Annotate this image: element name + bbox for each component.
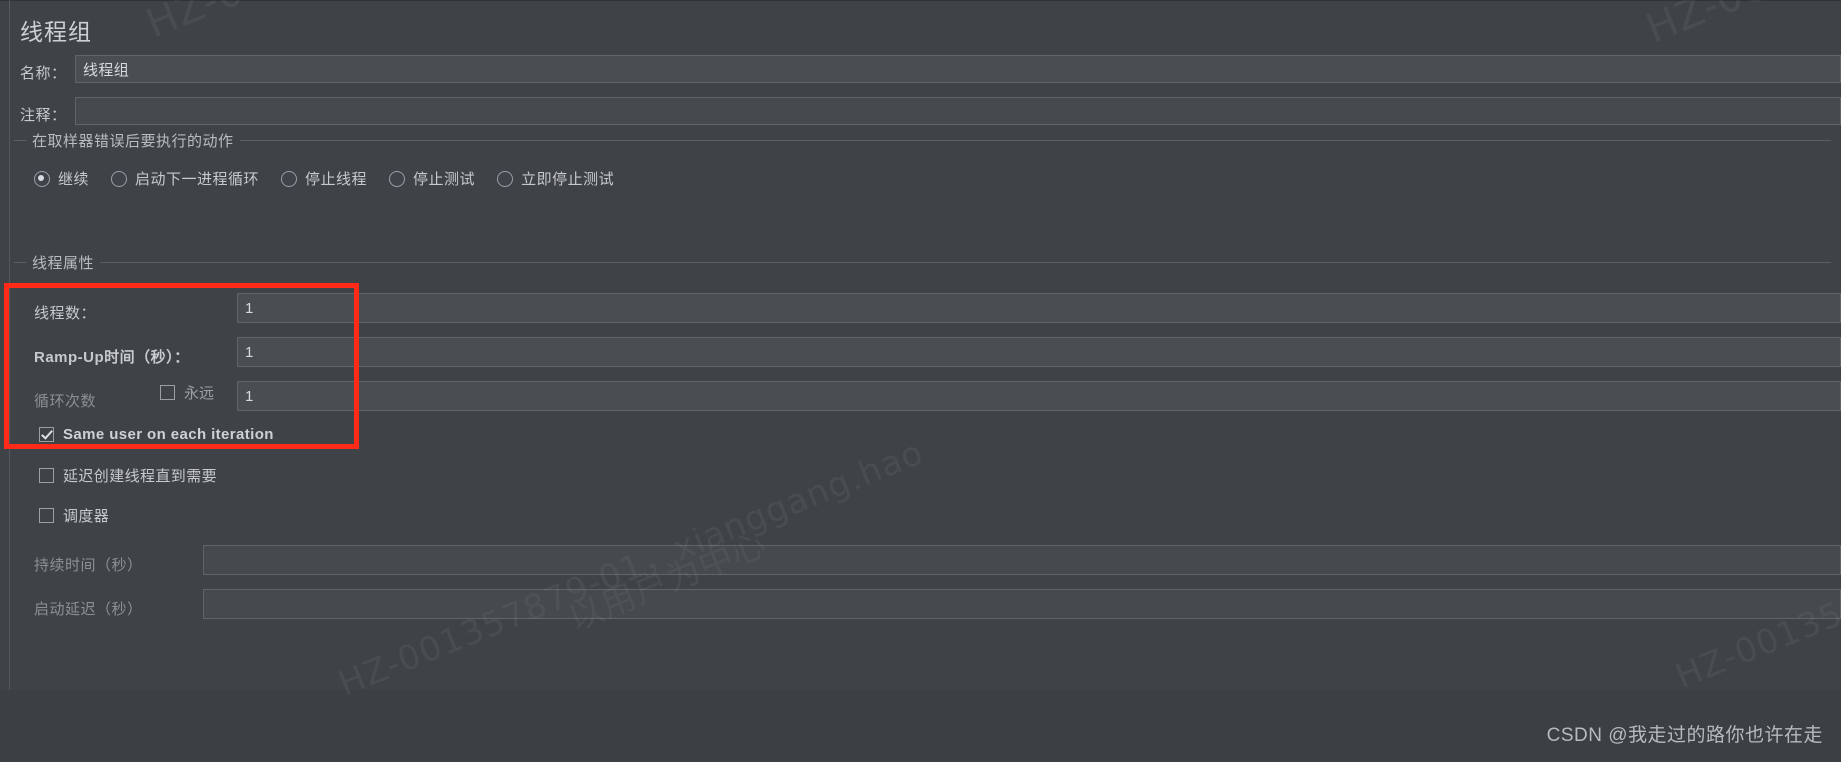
radio-label: 立即停止测试	[521, 171, 615, 188]
panel-left-border	[9, 0, 10, 690]
ramp-up-input[interactable]: 1	[237, 337, 1841, 367]
same-user-checkbox-row[interactable]: Same user on each iteration	[39, 426, 274, 443]
forever-checkbox-row[interactable]: 永远	[160, 382, 214, 403]
num-threads-label: 线程数：	[34, 305, 97, 322]
comment-input[interactable]	[75, 97, 1841, 125]
comment-label: 注释：	[20, 107, 67, 124]
radio-indicator-icon[interactable]	[497, 170, 514, 187]
radio-option-stop-test[interactable]: 停止测试	[389, 168, 475, 189]
group-divider-line	[14, 140, 1831, 141]
checkbox-indicator-icon[interactable]	[39, 468, 54, 483]
radio-label: 启动下一进程循环	[135, 171, 260, 188]
page-title: 线程组	[20, 19, 92, 45]
loop-count-input[interactable]: 1	[237, 381, 1841, 411]
radio-option-stop-test-now[interactable]: 立即停止测试	[497, 168, 614, 189]
checkbox-indicator-icon[interactable]	[39, 427, 54, 442]
loop-count-label: 循环次数	[34, 393, 97, 410]
error-action-radio-group: 继续 启动下一进程循环 停止线程 停止测试 立即停止测试	[34, 168, 636, 189]
startup-delay-input[interactable]	[203, 589, 1841, 619]
name-input[interactable]: 线程组	[75, 55, 1841, 83]
checkbox-indicator-icon[interactable]	[39, 508, 54, 523]
startup-delay-label: 启动延迟（秒）	[34, 601, 143, 618]
radio-label: 继续	[58, 171, 90, 188]
radio-option-stop-thread[interactable]: 停止线程	[281, 168, 367, 189]
radio-label: 停止测试	[413, 171, 476, 188]
radio-indicator-icon[interactable]	[111, 170, 128, 187]
delay-thread-creation-label: 延迟创建线程直到需要	[63, 468, 218, 485]
name-label: 名称：	[20, 65, 67, 82]
same-user-label: Same user on each iteration	[63, 426, 274, 443]
radio-label: 停止线程	[305, 171, 368, 188]
error-action-group-title: 在取样器错误后要执行的动作	[26, 130, 240, 151]
forever-label: 永远	[184, 385, 215, 402]
csdn-credit: CSDN @我走过的路你也许在走	[1546, 725, 1823, 746]
scheduler-label: 调度器	[63, 508, 110, 525]
radio-indicator-icon[interactable]	[34, 170, 50, 187]
delay-thread-creation-checkbox-row[interactable]: 延迟创建线程直到需要	[39, 465, 217, 486]
radio-option-continue[interactable]: 继续	[34, 168, 89, 189]
num-threads-input[interactable]: 1	[237, 293, 1841, 323]
split-pane-handle[interactable]: ⋮	[2, 407, 14, 434]
thread-properties-group: 线程属性	[14, 252, 1831, 273]
group-divider-line	[14, 262, 1831, 263]
ramp-up-label: Ramp-Up时间（秒）：	[34, 349, 190, 366]
radio-indicator-icon[interactable]	[389, 170, 406, 187]
checkbox-indicator-icon[interactable]	[160, 385, 175, 400]
thread-properties-group-title: 线程属性	[26, 252, 101, 273]
panel-top-border	[0, 0, 1841, 1]
radio-option-start-next-loop[interactable]: 启动下一进程循环	[111, 168, 259, 189]
scheduler-checkbox-row[interactable]: 调度器	[39, 505, 109, 526]
error-action-group: 在取样器错误后要执行的动作	[14, 130, 1831, 151]
radio-indicator-icon[interactable]	[281, 170, 298, 187]
duration-input[interactable]	[203, 545, 1841, 575]
duration-label: 持续时间（秒）	[34, 557, 143, 574]
